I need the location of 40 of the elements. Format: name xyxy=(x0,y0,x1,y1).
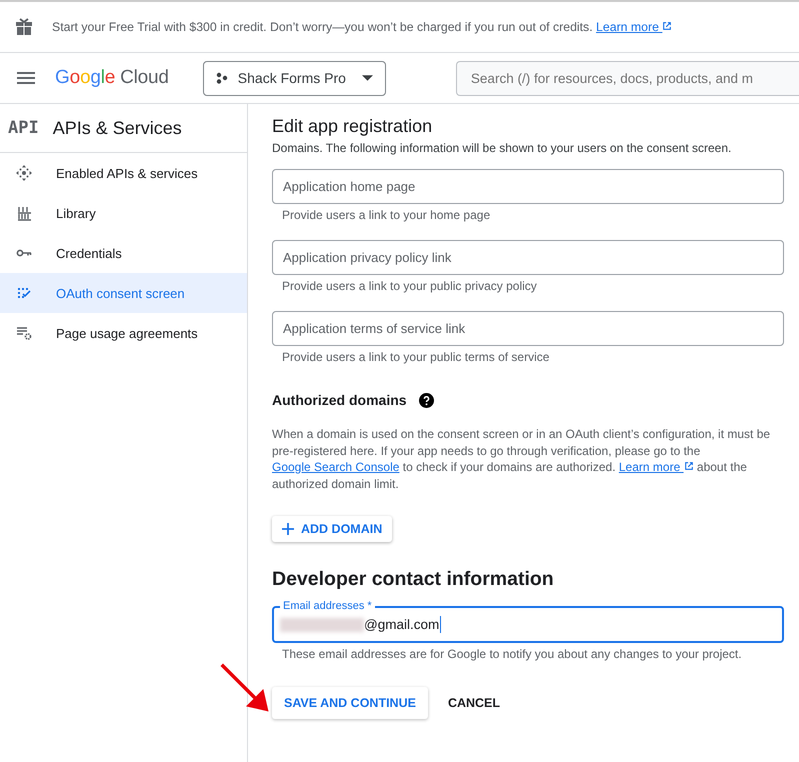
external-link-icon xyxy=(684,461,694,471)
sidebar-item[interactable]: Enabled APIs & services xyxy=(0,153,247,193)
add-domain-button[interactable]: ADD DOMAIN xyxy=(272,516,392,542)
sidebar-item[interactable]: Library xyxy=(0,193,247,233)
project-picker[interactable]: Shack Forms Pro xyxy=(202,60,386,96)
section-heading: Authorized domains xyxy=(272,392,407,408)
banner-text: Start your Free Trial with $300 in credit. Don’t worry—you won’t be charged if you run out of credits. Learn more xyxy=(52,20,672,34)
field-hint: These email addresses are for Google to notify you about any changes to your project. xyxy=(281,646,743,661)
learn-more-link[interactable]: Learn more xyxy=(618,460,694,474)
search-console-link[interactable]: Google Search Console xyxy=(272,460,400,474)
section-heading: Developer contact information xyxy=(272,568,555,591)
url-field[interactable]: Application terms of service link xyxy=(272,311,784,346)
learn-more-link[interactable]: Learn more xyxy=(596,20,672,34)
list-gear-icon xyxy=(16,325,32,341)
dots-icon xyxy=(216,72,228,84)
save-button[interactable]: SAVE AND CONTINUE xyxy=(272,687,428,719)
diamond-dots-icon xyxy=(16,165,32,181)
url-field[interactable]: Application privacy policy link xyxy=(272,240,784,275)
domains-description: When a domain is used on the consent screen or in an OAuth client’s configuration, it must be pre-registered here. If your app needs to go through verification, please go to the Google Search Console to check if your domains are authorized. Learn more about the authorized domain limit. xyxy=(272,426,772,492)
field-hint: Provide users a link to your public privacy policy xyxy=(281,278,538,293)
sidebar-item[interactable]: OAuth consent screen xyxy=(0,273,247,313)
field-hint: Provide users a link to your public terms of service xyxy=(281,349,550,364)
menu-icon[interactable] xyxy=(17,72,35,84)
dotted-check-icon xyxy=(16,285,32,301)
plus-icon xyxy=(282,523,294,535)
external-link-icon xyxy=(662,21,672,31)
help-icon[interactable] xyxy=(418,392,434,408)
intro-text: Domains. The following information will be shown to your users on the consent screen. xyxy=(272,141,732,155)
page-title: Edit app registration xyxy=(271,115,434,137)
sidebar-item[interactable]: Credentials xyxy=(0,233,247,273)
search-field[interactable]: Search (/) for resources, docs, products, and m xyxy=(456,60,799,96)
gift-icon xyxy=(14,17,34,37)
api-label: API xyxy=(8,118,39,138)
url-field[interactable]: Application home page xyxy=(272,169,784,204)
caret-icon xyxy=(362,75,373,81)
sidebar-item[interactable]: Page usage agreements xyxy=(0,313,247,353)
field-hint: Provide users a link to your home page xyxy=(281,207,492,222)
section-title: APIs & Services xyxy=(52,118,182,138)
google-cloud-logo[interactable]: Google Cloud xyxy=(55,67,169,89)
library-icon xyxy=(16,205,32,221)
